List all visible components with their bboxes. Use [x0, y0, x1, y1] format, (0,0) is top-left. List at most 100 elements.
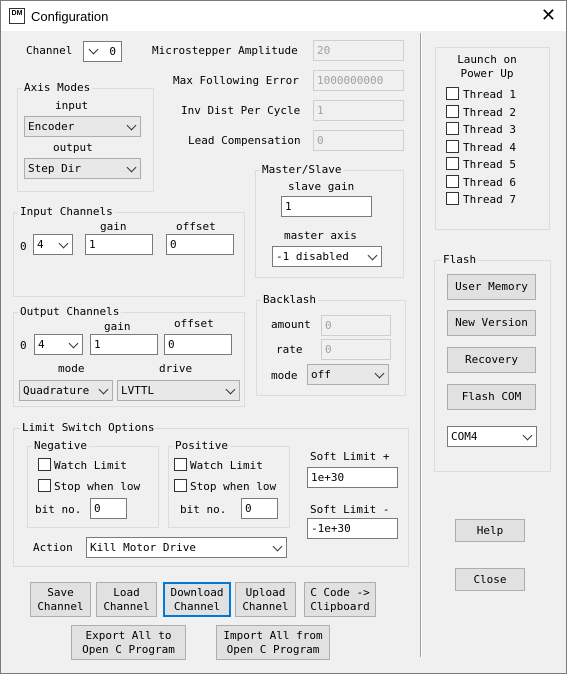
backlash-mode-label: mode: [271, 369, 298, 382]
master-axis-label: master axis: [284, 229, 357, 242]
thread-1-checkbox[interactable]: [446, 87, 459, 100]
slave-gain-field[interactable]: 1: [281, 196, 372, 217]
neg-watch-checkbox[interactable]: [38, 458, 51, 471]
close-icon[interactable]: ✕: [541, 5, 556, 26]
microstepper-label: Microstepper Amplitude: [152, 44, 298, 57]
neg-bit-field[interactable]: 0: [90, 498, 127, 519]
close-button[interactable]: Close: [455, 568, 525, 591]
soft-limit-minus-field[interactable]: -1e+30: [307, 518, 398, 539]
com-port-select[interactable]: COM4: [447, 426, 537, 447]
save-channel-button[interactable]: Save Channel: [30, 582, 91, 617]
import-all-button[interactable]: Import All from Open C Program: [216, 625, 330, 660]
microstepper-field[interactable]: 20: [313, 40, 404, 61]
pos-bit-field[interactable]: 0: [241, 498, 278, 519]
help-button[interactable]: Help: [455, 519, 525, 542]
chevron-down-icon: [98, 384, 109, 395]
chevron-down-icon: [272, 541, 283, 552]
chevron-down-icon: [88, 44, 99, 55]
neg-watch-label: Watch Limit: [54, 459, 127, 472]
new-version-button[interactable]: New Version: [447, 310, 536, 336]
backlash-amount-field[interactable]: 0: [321, 315, 391, 336]
flash-com-button[interactable]: Flash COM: [447, 384, 536, 410]
axis-output-label: output: [53, 141, 93, 154]
chevron-down-icon: [68, 338, 79, 349]
input-gain-field[interactable]: 1: [85, 234, 153, 255]
load-channel-button[interactable]: Load Channel: [96, 582, 157, 617]
thread-4-checkbox[interactable]: [446, 140, 459, 153]
following-error-field[interactable]: 1000000000: [313, 70, 404, 91]
thread-5-label: Thread 5: [463, 158, 516, 171]
output-offset-field[interactable]: 0: [164, 334, 232, 355]
vertical-separator: [420, 33, 422, 657]
backlash-rate-label: rate: [276, 343, 303, 356]
output-row-index: 0: [20, 339, 27, 352]
input-channel-select[interactable]: 4: [33, 234, 73, 255]
recovery-button[interactable]: Recovery: [447, 347, 536, 373]
channel-select[interactable]: 0: [83, 41, 122, 62]
axis-modes-title: Axis Modes: [22, 81, 93, 94]
pos-stop-label: Stop when low: [190, 480, 277, 493]
window-title: Configuration: [31, 9, 109, 24]
thread-7-label: Thread 7: [463, 193, 516, 206]
flash-title: Flash: [441, 253, 479, 266]
chevron-down-icon: [374, 368, 385, 379]
app-icon: DM: [9, 8, 25, 24]
backlash-amount-label: amount: [271, 318, 311, 331]
c-code-clipboard-button[interactable]: C Code -> Clipboard: [304, 582, 376, 617]
launch-title: Launch on Power Up: [457, 53, 517, 80]
inv-dist-field[interactable]: 1: [313, 100, 404, 121]
pos-stop-checkbox[interactable]: [174, 479, 187, 492]
soft-limit-plus-field[interactable]: 1e+30: [307, 467, 398, 488]
positive-title: Positive: [173, 439, 230, 452]
thread-5-checkbox[interactable]: [446, 157, 459, 170]
chevron-down-icon: [225, 384, 236, 395]
output-drive-label: drive: [159, 362, 193, 375]
pos-bit-label: bit no.: [180, 503, 227, 516]
thread-3-checkbox[interactable]: [446, 122, 459, 135]
thread-4-label: Thread 4: [463, 141, 516, 154]
output-offset-label: offset: [174, 317, 214, 330]
input-gain-label: gain: [100, 220, 127, 233]
lead-comp-field[interactable]: 0: [313, 130, 404, 151]
neg-bit-label: bit no.: [35, 503, 82, 516]
master-slave-title: Master/Slave: [260, 163, 344, 176]
following-error-label: Max Following Error: [173, 74, 299, 87]
input-offset-field[interactable]: 0: [166, 234, 234, 255]
thread-2-label: Thread 2: [463, 106, 516, 119]
action-select[interactable]: Kill Motor Drive: [86, 537, 287, 558]
output-gain-label: gain: [104, 320, 131, 333]
chevron-down-icon: [367, 250, 378, 261]
thread-1-label: Thread 1: [463, 88, 516, 101]
neg-stop-checkbox[interactable]: [38, 479, 51, 492]
output-channels-title: Output Channels: [18, 305, 122, 318]
thread-3-label: Thread 3: [463, 123, 516, 136]
master-axis-select[interactable]: -1 disabled: [272, 246, 382, 267]
backlash-rate-field[interactable]: 0: [321, 339, 391, 360]
upload-channel-button[interactable]: Upload Channel: [235, 582, 296, 617]
download-channel-button[interactable]: Download Channel: [163, 582, 231, 617]
input-row-index: 0: [20, 240, 27, 253]
user-memory-button[interactable]: User Memory: [447, 274, 536, 300]
output-mode-select[interactable]: Quadrature: [19, 380, 113, 401]
soft-limit-plus-label: Soft Limit +: [310, 450, 390, 463]
output-drive-select[interactable]: LVTTL: [117, 380, 240, 401]
pos-watch-checkbox[interactable]: [174, 458, 187, 471]
thread-6-checkbox[interactable]: [446, 175, 459, 188]
axis-input-select[interactable]: Encoder: [24, 116, 141, 137]
chevron-down-icon: [58, 238, 69, 249]
output-channel-select[interactable]: 4: [34, 334, 83, 355]
chevron-down-icon: [126, 120, 137, 131]
thread-2-checkbox[interactable]: [446, 105, 459, 118]
slave-gain-label: slave gain: [288, 180, 355, 193]
backlash-mode-select[interactable]: off: [307, 364, 389, 385]
output-mode-label: mode: [58, 362, 85, 375]
action-label: Action: [33, 541, 73, 554]
thread-7-checkbox[interactable]: [446, 192, 459, 205]
output-gain-field[interactable]: 1: [90, 334, 158, 355]
lead-comp-label: Lead Compensation: [188, 134, 301, 147]
axis-output-select[interactable]: Step Dir: [24, 158, 141, 179]
pos-watch-label: Watch Limit: [190, 459, 263, 472]
chevron-down-icon: [126, 162, 137, 173]
soft-limit-minus-label: Soft Limit -: [310, 503, 390, 516]
export-all-button[interactable]: Export All to Open C Program: [71, 625, 186, 660]
